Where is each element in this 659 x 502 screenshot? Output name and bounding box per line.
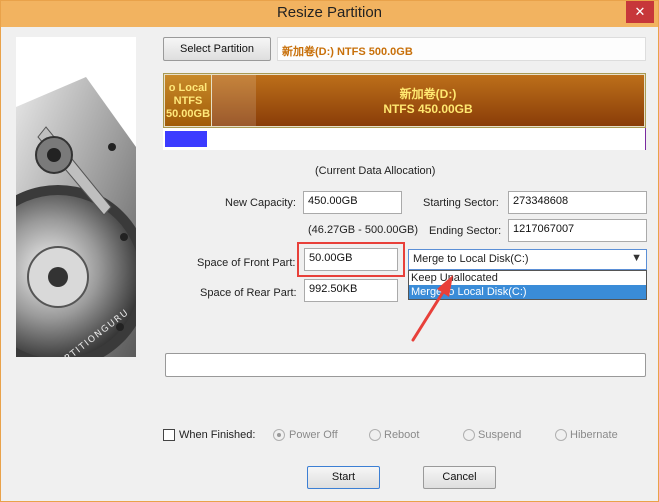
suspend-label: Suspend [478,429,522,441]
dialog-body: PARTITIONGURU Select Partition 新加卷(D:) N… [8,27,651,495]
when-finished-label: When Finished: [179,429,256,441]
partition-segment-d[interactable]: 新加卷(D:) NTFS 450.00GB [212,75,644,126]
select-value: Merge to Local Disk(C:) [413,253,529,265]
front-space-input[interactable]: 50.00GB [304,248,398,271]
power-off-radio[interactable] [273,429,285,441]
suspend-radio[interactable] [463,429,475,441]
power-off-label: Power Off [289,429,338,441]
select-partition-button[interactable]: Select Partition [163,37,271,61]
current-partition-label: 新加卷(D:) NTFS 500.0GB [277,37,646,61]
segment-size: 50.00GB [165,108,211,120]
progress-bar [165,353,646,377]
start-button[interactable]: Start [307,466,380,489]
partition-segment-local-disk[interactable]: o Local NTFS 50.00GB [165,75,211,126]
segment-text: 新加卷(D:) NTFS 450.00GB [212,87,644,117]
segment-name: 新加卷(D:) [399,87,457,101]
segment-fs-size: NTFS 450.00GB [383,102,473,116]
ending-sector-input[interactable]: 1217067007 [508,219,647,242]
data-allocation-bar [163,128,646,150]
hard-disk-illustration: PARTITIONGURU [16,37,136,357]
title-bar[interactable]: Resize Partition ✕ [1,1,658,27]
reboot-label: Reboot [384,429,420,441]
resize-partition-window: Resize Partition ✕ Select Partition 新加卷(… [0,0,659,502]
starting-sector-input[interactable]: 273348608 [508,191,647,214]
segment-fs: NTFS [173,95,203,107]
hibernate-label: Hibernate [570,429,618,441]
hibernate-radio[interactable] [555,429,567,441]
reboot-radio[interactable] [369,429,381,441]
disk-map: o Local NTFS 50.00GB 新加卷(D:) NTFS 450.00… [163,73,646,128]
capacity-range-text: (46.27GB - 500.00GB) [308,224,419,236]
segment-name: o Local [168,82,208,94]
starting-sector-label: Starting Sector: [423,197,499,209]
allocation-caption: (Current Data Allocation) [315,165,436,177]
new-capacity-input[interactable]: 450.00GB [303,191,402,214]
hard-disk-icon: PARTITIONGURU [16,77,136,357]
rear-space-label: Space of Rear Part: [200,287,297,299]
cancel-button[interactable]: Cancel [423,466,496,489]
new-capacity-label: New Capacity: [225,197,296,209]
close-icon[interactable]: ✕ [626,1,654,23]
ending-sector-label: Ending Sector: [429,225,502,237]
allocated-data-block [165,131,207,147]
chevron-down-icon[interactable]: ▼ [631,252,642,264]
annotation-arrow-icon [411,275,453,342]
when-finished-checkbox[interactable] [163,429,175,441]
window-title: Resize Partition [276,4,383,21]
front-space-label: Space of Front Part: [197,257,296,269]
rear-space-input[interactable]: 992.50KB [304,279,398,302]
